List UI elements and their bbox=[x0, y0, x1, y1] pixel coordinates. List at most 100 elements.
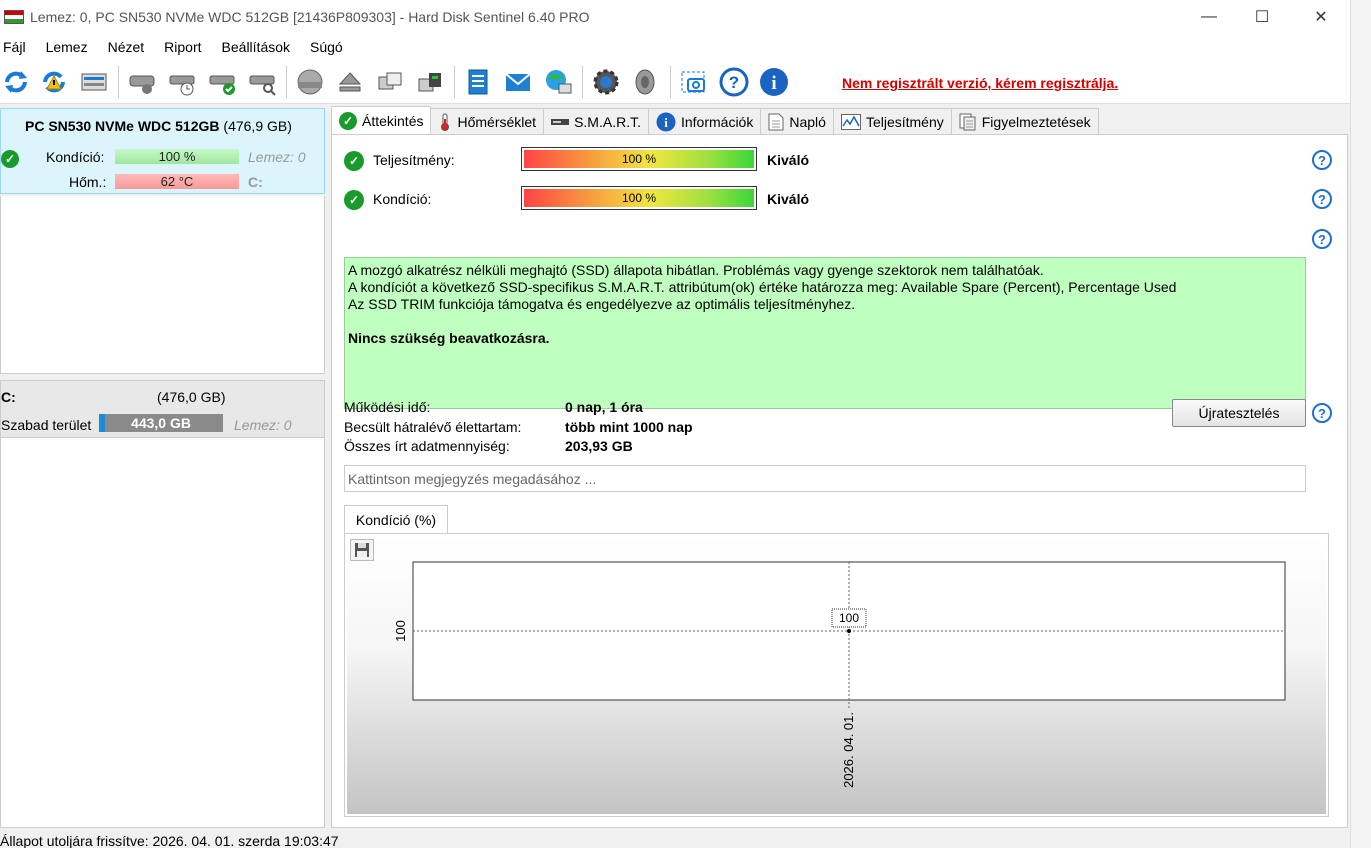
info-icon[interactable]: i bbox=[758, 66, 790, 98]
volume-card[interactable]: C: (476,0 GB) Szabad terület 443,0 GB Le… bbox=[0, 380, 325, 438]
y-tick-label: 100 bbox=[393, 620, 408, 642]
temp-drive-label: C: bbox=[248, 174, 263, 190]
refresh-warning-icon[interactable] bbox=[38, 66, 70, 98]
health-disk-label: Lemez: 0 bbox=[248, 149, 306, 165]
data-point bbox=[847, 629, 851, 633]
message-line: A mozgó alkatrész nélküli meghajtó (SSD)… bbox=[348, 262, 1044, 278]
disk-list-blank bbox=[0, 196, 325, 374]
disk-backup-icon[interactable] bbox=[414, 66, 446, 98]
volume-size: (476,0 GB) bbox=[157, 389, 226, 405]
menu-settings[interactable]: Beállítások bbox=[222, 39, 290, 55]
tab-log[interactable]: Napló bbox=[760, 108, 834, 134]
menu-disk[interactable]: Lemez bbox=[46, 39, 88, 55]
disk-check-icon[interactable] bbox=[206, 66, 238, 98]
health-label: Kondíció: bbox=[373, 191, 432, 207]
svg-text:i: i bbox=[664, 115, 668, 130]
disk-list-icon[interactable] bbox=[78, 66, 110, 98]
menu-file[interactable]: Fájl bbox=[3, 39, 26, 55]
health-label: Kondíció: bbox=[46, 149, 105, 165]
save-icon[interactable] bbox=[350, 539, 374, 561]
tab-smart[interactable]: S.M.A.R.T. bbox=[543, 108, 649, 134]
tab-alerts[interactable]: Figyelmeztetések bbox=[950, 108, 1099, 134]
window-title: Lemez: 0, PC SN530 NVMe WDC 512GB [21436… bbox=[30, 9, 590, 25]
document-icon bbox=[768, 113, 784, 130]
data-label: 100 bbox=[839, 611, 859, 625]
tab-performance[interactable]: Teljesítmény bbox=[832, 108, 952, 134]
menu-bar: Fájl Lemez Nézet Riport Beállítások Súgó bbox=[0, 34, 1350, 60]
tab-information[interactable]: i Információk bbox=[647, 108, 762, 134]
screenshot-icon[interactable] bbox=[678, 66, 710, 98]
x-tick-label: 2026. 04. 01. bbox=[841, 712, 856, 788]
note-input[interactable]: Kattintson megjegyzés megadásához ... bbox=[344, 465, 1306, 492]
tab-label: S.M.A.R.T. bbox=[574, 113, 641, 130]
close-button[interactable]: ✕ bbox=[1292, 0, 1350, 34]
written-label: Összes írt adatmennyiség: bbox=[344, 438, 510, 454]
svg-text:i: i bbox=[771, 73, 776, 94]
check-icon: ✓ bbox=[339, 111, 357, 130]
minimize-button[interactable]: — bbox=[1180, 0, 1238, 34]
info-icon: i bbox=[656, 112, 676, 131]
gear-icon[interactable] bbox=[590, 66, 622, 98]
tab-label: Teljesítmény bbox=[865, 113, 944, 130]
disk-list-panel: PC SN530 NVMe WDC 512GB (476,9 GB) ✓ Kon… bbox=[0, 106, 326, 828]
health-bar: 100 % bbox=[115, 149, 239, 164]
performance-label: Teljesítmény: bbox=[373, 152, 455, 168]
help-icon[interactable]: ? bbox=[1312, 189, 1332, 209]
health-gauge-fill: 100 % bbox=[524, 189, 754, 207]
power-on-value: 0 nap, 1 óra bbox=[565, 399, 643, 415]
health-check-icon: ✓ bbox=[1, 150, 19, 168]
help-icon[interactable]: ? bbox=[718, 66, 750, 98]
sound-icon[interactable] bbox=[630, 66, 662, 98]
menu-view[interactable]: Nézet bbox=[108, 39, 145, 55]
disk-card[interactable]: PC SN530 NVMe WDC 512GB (476,9 GB) ✓ Kon… bbox=[0, 108, 325, 194]
volume-disk-label: Lemez: 0 bbox=[234, 417, 292, 433]
background-window-strip bbox=[1350, 0, 1371, 848]
tab-overview[interactable]: ✓ Áttekintés bbox=[331, 106, 432, 134]
performance-rating: Kiváló bbox=[767, 152, 810, 168]
disk-search-icon[interactable] bbox=[246, 66, 278, 98]
message-line: A kondíciót a következő SSD-specifikus S… bbox=[348, 279, 1177, 295]
menu-report[interactable]: Riport bbox=[164, 39, 201, 55]
refresh-icon[interactable] bbox=[0, 66, 32, 98]
overview-content: ✓ Teljesítmény: 100 % Kiváló ? ✓ Kondíci… bbox=[331, 134, 1348, 828]
report-icon[interactable] bbox=[462, 66, 494, 98]
performance-gauge: 100 % bbox=[521, 147, 757, 171]
retest-button[interactable]: Újratesztelés bbox=[1172, 399, 1306, 427]
disk-name: PC SN530 NVMe WDC 512GB (476,9 GB) bbox=[25, 118, 292, 134]
tab-temperature[interactable]: Hőmérséklet bbox=[430, 108, 545, 134]
disk-settings-icon[interactable] bbox=[126, 66, 158, 98]
performance-check-icon: ✓ bbox=[344, 151, 364, 171]
maximize-button[interactable]: ☐ bbox=[1233, 0, 1291, 34]
email-icon[interactable] bbox=[502, 66, 534, 98]
tab-label: Hőmérséklet bbox=[457, 113, 537, 130]
volume-letter: C: bbox=[1, 389, 16, 405]
help-icon[interactable]: ? bbox=[1312, 229, 1332, 249]
web-report-icon[interactable] bbox=[542, 66, 574, 98]
free-space-label: Szabad terület bbox=[1, 417, 92, 433]
status-bar: Állapot utoljára frissítve: 2026. 04. 01… bbox=[0, 828, 1350, 848]
disk-copy-icon[interactable] bbox=[374, 66, 406, 98]
warning-doc-icon bbox=[959, 113, 976, 130]
temp-bar: 62 °C bbox=[115, 174, 239, 189]
chart-area: 100 2026. 04. 01. 100 bbox=[344, 533, 1329, 817]
chart-icon bbox=[840, 113, 861, 130]
health-check-icon: ✓ bbox=[344, 190, 364, 210]
tab-label: Áttekintés bbox=[362, 112, 424, 129]
lifetime-label: Becsült hátralévő élettartam: bbox=[344, 419, 522, 435]
performance-gauge-fill: 100 % bbox=[524, 150, 754, 168]
title-bar: Lemez: 0, PC SN530 NVMe WDC 512GB [21436… bbox=[0, 0, 1350, 34]
thermometer-icon bbox=[441, 113, 450, 131]
disk-surface-icon[interactable] bbox=[294, 66, 326, 98]
tab-strip: ✓ Áttekintés Hőmérséklet S.M.A.R.T. i In… bbox=[331, 106, 1099, 134]
eject-icon[interactable] bbox=[334, 66, 366, 98]
help-icon[interactable]: ? bbox=[1312, 403, 1332, 423]
help-icon[interactable]: ? bbox=[1312, 150, 1332, 170]
health-rating: Kiváló bbox=[767, 191, 810, 207]
disk-schedule-icon[interactable] bbox=[166, 66, 198, 98]
svg-text:?: ? bbox=[729, 73, 739, 92]
chart-tab-health[interactable]: Kondíció (%) bbox=[344, 505, 448, 533]
menu-help[interactable]: Súgó bbox=[310, 39, 343, 55]
tab-label: Napló bbox=[789, 113, 826, 130]
health-gauge: 100 % bbox=[521, 186, 757, 210]
registration-link[interactable]: Nem regisztrált verzió, kérem regisztrál… bbox=[842, 75, 1118, 91]
